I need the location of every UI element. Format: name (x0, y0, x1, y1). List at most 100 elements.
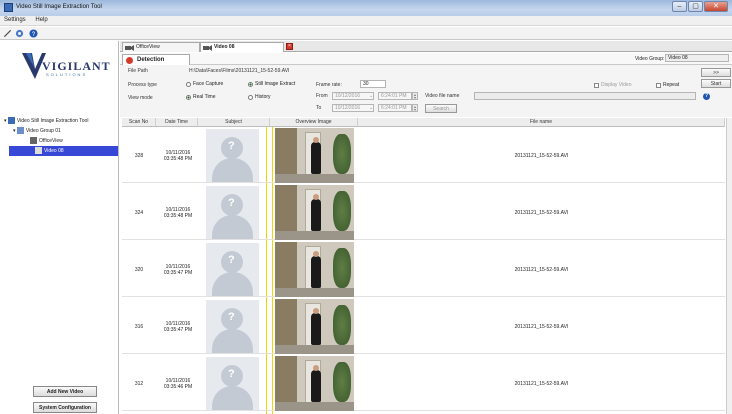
overview-image[interactable] (275, 128, 354, 183)
vertical-scrollbar[interactable] (726, 118, 732, 414)
image-floor (275, 231, 354, 240)
menu-help[interactable]: Help (31, 16, 51, 24)
svg-text:?: ? (32, 31, 36, 38)
question-mark-icon: ? (228, 368, 235, 380)
display-video-checkbox[interactable]: Display Video (594, 82, 631, 88)
still-image-extract-radio[interactable]: Still Image Extract (248, 81, 295, 87)
radio-icon (248, 94, 253, 100)
radio-icon (186, 81, 191, 87)
view-mode-label: View mode (128, 95, 153, 101)
real-time-radio[interactable]: Real Time (186, 94, 216, 100)
file-name: 20131121_15-52-59.AVI (514, 266, 569, 273)
gear-icon[interactable] (15, 29, 24, 38)
to-time-spinner[interactable]: ▴ ▾ (412, 104, 418, 112)
table-row[interactable]: 328 10/11/2016 03:35:48 PM? 20131121_15-52-… (122, 128, 725, 183)
tree-node-officeview[interactable]: OfficeView (4, 136, 118, 146)
chevron-down-icon[interactable]: ⌄ (369, 105, 373, 111)
scan-no: 320 (134, 266, 144, 273)
close-tab-icon[interactable]: × (286, 43, 293, 50)
from-date-input[interactable]: 10/12/2016 (332, 92, 374, 100)
close-button[interactable]: ✕ (704, 1, 728, 12)
subject-placeholder-image[interactable]: ? (206, 243, 259, 296)
overview-image[interactable] (275, 185, 354, 240)
table-row[interactable]: 316 10/11/2016 03:35:47 PM? 20131121_15-52-… (122, 299, 725, 354)
header-subject[interactable]: Subject (198, 118, 270, 127)
subject-placeholder-image[interactable]: ? (206, 186, 259, 239)
tree-node-video08[interactable]: Video 08 (9, 146, 118, 156)
tab-officeview[interactable]: OfficeView (122, 42, 200, 52)
frame-rate-input[interactable]: 30 (360, 80, 386, 88)
tools-icon[interactable] (3, 29, 12, 38)
repeat-checkbox[interactable]: Repeat (656, 82, 679, 88)
help-icon[interactable]: ? (29, 29, 38, 38)
file-path-label: File Path (128, 68, 148, 74)
from-time-spinner[interactable]: ▴ ▾ (412, 92, 418, 100)
tree-node-label: OfficeView (39, 138, 63, 144)
table-row[interactable]: 324 10/11/2016 03:35:48 PM? 20131121_15-52-… (122, 185, 725, 240)
overview-image[interactable] (275, 356, 354, 411)
system-configuration-button[interactable]: System Configuration (33, 402, 97, 413)
file-path-value: H:\Data\Faces\Films\20131121_15-52-59.AV… (189, 68, 290, 74)
file-name-cell: 20131121_15-52-59.AVI (358, 356, 725, 411)
to-time-input[interactable]: 6:24:01 PM (378, 104, 412, 112)
scan-no-cell: 324 (122, 185, 156, 240)
header-overview-image[interactable]: Overview Image (270, 118, 358, 127)
tab-video08[interactable]: Video 08 (200, 42, 284, 52)
image-face (313, 137, 319, 143)
video-tree: ▾ Video Still Image Extraction Tool ▾ Vi… (4, 116, 118, 156)
history-radio[interactable]: History (248, 94, 271, 100)
date-time-cell: 10/11/2016 03:35:48 PM (156, 185, 200, 240)
checkbox-label: Display Video (601, 82, 632, 88)
face-capture-radio[interactable]: Face Capture (186, 81, 223, 87)
tree-node-root[interactable]: ▾ Video Still Image Extraction Tool (4, 116, 118, 126)
to-date-input[interactable]: 10/12/2016 (332, 104, 374, 112)
from-time-input[interactable]: 6:24:01 PM (378, 92, 412, 100)
start-button[interactable]: Start (701, 79, 731, 88)
checkbox-icon (656, 82, 661, 88)
process-type-label: Process type (128, 82, 157, 88)
image-person (311, 370, 321, 402)
video-group-select[interactable]: Video 08 (665, 54, 729, 62)
table-row[interactable]: 320 10/11/2016 03:35:47 PM? 20131121_15-52-… (122, 242, 725, 297)
chevron-down-icon[interactable]: ⌄ (369, 93, 373, 99)
video-group-label: Video Group: (635, 56, 665, 62)
subject-placeholder-image[interactable]: ? (206, 300, 259, 353)
main-panel: OfficeView Video 08 × Detection Video Gr… (120, 41, 732, 414)
image-plant (333, 362, 351, 402)
maximize-button[interactable]: ▢ (688, 1, 703, 12)
overview-image[interactable] (275, 242, 354, 297)
menu-settings[interactable]: Settings (0, 16, 30, 24)
video-file-name-input[interactable] (474, 92, 696, 100)
menu-bar: Settings Help (0, 16, 732, 26)
frame-rate-label: Frame rate: (316, 82, 342, 88)
tree-node-group[interactable]: ▾ Video Group 01 (4, 126, 118, 136)
expand-button[interactable]: >> (701, 68, 731, 77)
image-plant (333, 248, 351, 288)
tab-strip: OfficeView Video 08 × (120, 41, 732, 52)
subject-placeholder-image[interactable]: ? (206, 357, 259, 410)
checkbox-label: Repeat (663, 82, 680, 88)
avatar-body (212, 329, 253, 353)
to-label: To (316, 105, 322, 111)
header-scan-no[interactable]: Scan No (122, 118, 156, 127)
overview-image[interactable] (275, 299, 354, 354)
row-time: 03:35:48 PM (163, 155, 193, 162)
add-new-video-button[interactable]: Add New Video (33, 386, 97, 397)
avatar-body (212, 272, 253, 296)
date-time-cell: 10/11/2016 03:35:47 PM (156, 242, 200, 297)
header-date-time[interactable]: Date Time (156, 118, 198, 127)
question-mark-icon: ? (228, 140, 235, 152)
search-button[interactable]: Search (425, 104, 457, 113)
tab-detection[interactable]: Detection (122, 54, 190, 65)
table-row[interactable]: 312 10/11/2016 03:35:46 PM? 20131121_15-52-… (122, 356, 725, 411)
header-file-name[interactable]: File name (358, 118, 725, 127)
date-time-cell: 10/11/2016 03:35:47 PM (156, 299, 200, 354)
subject-placeholder-image[interactable]: ? (206, 129, 259, 182)
help-icon[interactable]: ? (703, 93, 710, 100)
image-plant (333, 305, 351, 345)
question-mark-icon: ? (228, 197, 235, 209)
detection-label: Detection (137, 57, 165, 63)
tree-node-label: Video Still Image Extraction Tool (16, 118, 89, 124)
radio-selected-icon (248, 81, 253, 87)
minimize-button[interactable]: – (672, 1, 687, 12)
